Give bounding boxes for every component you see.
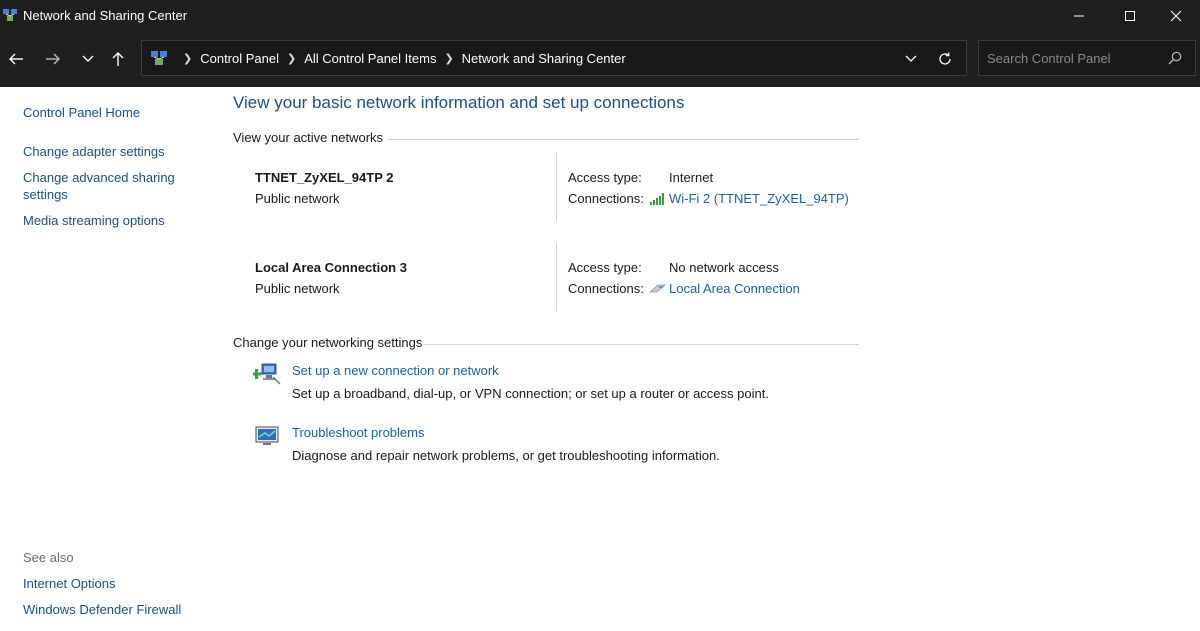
- troubleshoot-problems-link[interactable]: Troubleshoot problems: [292, 425, 424, 440]
- page-title: View your basic network information and …: [233, 93, 685, 112]
- setup-connection-link[interactable]: Set up a new connection or network: [292, 363, 499, 378]
- network-name: TTNET_ZyXEL_94TP 2: [255, 170, 394, 185]
- minimize-icon: [1074, 15, 1084, 16]
- minimize-button[interactable]: [1055, 0, 1103, 31]
- wifi-connection-link[interactable]: Wi-Fi 2 (TTNET_ZyXEL_94TP): [669, 191, 849, 206]
- refresh-button[interactable]: [934, 48, 956, 70]
- breadcrumb-separator[interactable]: ❯: [287, 52, 296, 65]
- networking-settings-heading: Change your networking settings: [233, 335, 423, 350]
- active-networks-heading: View your active networks: [233, 130, 384, 145]
- close-icon: [1170, 10, 1182, 21]
- title-bar: Network and Sharing Center: [0, 0, 1200, 31]
- maximize-button[interactable]: [1106, 0, 1154, 31]
- access-type-label: Access type:: [568, 260, 642, 275]
- connections-label: Connections:: [568, 191, 644, 206]
- network-center-app-icon: [3, 9, 17, 21]
- change-adapter-settings-link[interactable]: Change adapter settings: [23, 143, 165, 160]
- close-button[interactable]: [1152, 0, 1200, 31]
- troubleshoot-icon: [255, 426, 279, 445]
- address-bar[interactable]: ❯ Control Panel ❯ All Control Panel Item…: [141, 40, 967, 76]
- media-streaming-options-link[interactable]: Media streaming options: [23, 212, 165, 229]
- connections-label: Connections:: [568, 281, 644, 296]
- search-box[interactable]: [978, 40, 1196, 76]
- section-divider: [424, 344, 859, 345]
- change-advanced-sharing-link[interactable]: Change advanced sharing settings: [23, 169, 183, 203]
- access-type-value: Internet: [669, 170, 714, 185]
- breadcrumb: ❯ Control Panel ❯ All Control Panel Item…: [175, 51, 626, 66]
- access-type-label: Access type:: [568, 170, 642, 185]
- breadcrumb-separator[interactable]: ❯: [183, 52, 192, 65]
- section-divider: [388, 139, 859, 140]
- see-also-label: See also: [23, 550, 74, 565]
- internet-options-link[interactable]: Internet Options: [23, 575, 116, 592]
- wifi-signal-icon: [650, 193, 664, 205]
- access-type-value: No network access: [669, 260, 779, 275]
- chevron-down-icon: [82, 55, 94, 62]
- troubleshoot-description: Diagnose and repair network problems, or…: [292, 448, 720, 463]
- network-divider: [556, 153, 557, 221]
- recent-locations-button[interactable]: [74, 45, 102, 73]
- up-button[interactable]: [104, 45, 132, 73]
- breadcrumb-all-items[interactable]: All Control Panel Items: [304, 51, 436, 66]
- breadcrumb-control-panel[interactable]: Control Panel: [200, 51, 279, 66]
- refresh-icon: [939, 52, 951, 65]
- network-category: Public network: [255, 191, 340, 206]
- search-input[interactable]: [979, 41, 1159, 75]
- forward-button[interactable]: [39, 45, 67, 73]
- network-category: Public network: [255, 281, 340, 296]
- up-arrow-icon: [112, 52, 124, 66]
- setup-connection-description: Set up a broadband, dial-up, or VPN conn…: [292, 386, 769, 401]
- maximize-icon: [1125, 10, 1135, 21]
- breadcrumb-network-center[interactable]: Network and Sharing Center: [462, 51, 626, 66]
- back-arrow-icon: [9, 53, 23, 65]
- forward-arrow-icon: [46, 53, 60, 65]
- ethernet-connection-link[interactable]: Local Area Connection: [669, 281, 800, 296]
- network-divider: [556, 243, 557, 311]
- address-dropdown-button[interactable]: [900, 49, 922, 69]
- control-panel-home-link[interactable]: Control Panel Home: [23, 104, 140, 121]
- control-panel-icon: [151, 51, 167, 65]
- navigation-bar: ❯ Control Panel ❯ All Control Panel Item…: [0, 31, 1200, 87]
- new-connection-icon: [253, 363, 281, 385]
- network-name: Local Area Connection 3: [255, 260, 407, 275]
- back-button[interactable]: [2, 45, 30, 73]
- breadcrumb-separator[interactable]: ❯: [444, 52, 453, 65]
- chevron-down-icon: [905, 55, 917, 62]
- window-title: Network and Sharing Center: [23, 8, 188, 23]
- windows-defender-firewall-link[interactable]: Windows Defender Firewall: [23, 601, 181, 618]
- ethernet-cable-icon: [649, 284, 666, 293]
- search-icon[interactable]: [1167, 50, 1183, 66]
